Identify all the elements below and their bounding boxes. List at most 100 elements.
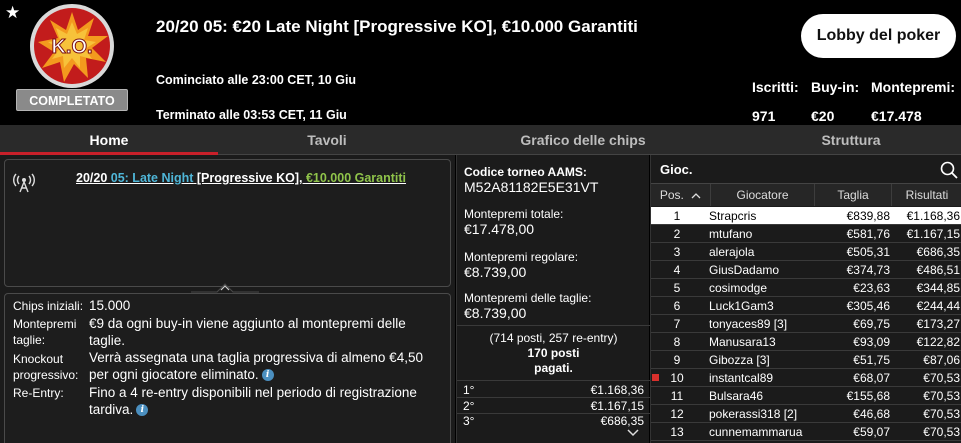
player-pos: 3 [673, 245, 681, 259]
player-result: €70,53 [923, 425, 960, 439]
divider [457, 325, 650, 326]
col-header-pos[interactable]: Pos. [651, 184, 711, 206]
table-row[interactable]: 4 GiusDadamo €374,73 €486,51 [651, 261, 961, 279]
aams-label: Codice torneo AAMS: [464, 165, 587, 179]
regular-prize-label: Montepremi regolare: [464, 250, 579, 264]
prize-amount: €1.168,36 [590, 383, 644, 397]
tab-struttura[interactable]: Struttura [742, 125, 960, 155]
player-pos: 12 [670, 407, 684, 421]
players-table-body: 1 Strapcris €839,88 €1.168,36 2 mtufano €581,7… [651, 207, 961, 441]
info-title-part3: [Progressive KO], [193, 171, 306, 185]
prize-place: 2° [463, 399, 475, 413]
info-title-link[interactable]: 20/20 05: Late Night [Progressive KO], €… [76, 171, 406, 185]
table-row[interactable]: 10 instantcal89 €68,07 €70,53 [651, 369, 961, 387]
bounty-prize-value: €8.739,00 [464, 305, 527, 321]
tournament-info-box: 20/20 05: Late Night [Progressive KO], €… [4, 159, 451, 287]
favorite-star-icon[interactable]: ★ [5, 4, 20, 21]
col-header-risultati[interactable]: Risultati [892, 184, 961, 206]
player-name: tonyaces89 [3] [709, 317, 788, 331]
info-icon[interactable]: i [136, 404, 149, 417]
tab-home[interactable]: Home [0, 125, 218, 155]
divider [457, 380, 650, 381]
prize-summary-panel: Codice torneo AAMS: M52A81182E5E31VT Mon… [456, 155, 650, 443]
collapse-chevron-icon[interactable] [191, 281, 259, 293]
sort-up-icon [691, 193, 701, 199]
table-row[interactable]: 3 alerajola €505,31 €686,35 [651, 243, 961, 261]
detail-label-montepremi-taglie: Montepremi taglie: [13, 317, 77, 347]
table-row[interactable]: 1 Strapcris €839,88 €1.168,36 [651, 207, 961, 225]
tab-bar: Home Tavoli Grafico delle chips Struttur… [0, 125, 961, 155]
page-title: 20/20 05: €20 Late Night [Progressive KO… [156, 17, 638, 36]
player-result: €173,27 [916, 317, 960, 331]
player-result: €486,51 [916, 263, 960, 277]
player-name: pokerassi318 [2] [709, 407, 798, 421]
player-pos: 9 [673, 353, 681, 367]
start-time: Cominciato alle 23:00 CET, 10 Giu [156, 73, 357, 87]
table-row[interactable]: 13 cunnemammarua €59,07 €70,53 [651, 423, 961, 441]
prize-place: 1° [463, 383, 475, 397]
prize-place: 3° [463, 414, 475, 428]
broadcast-icon [13, 173, 35, 193]
player-result: €70,53 [923, 389, 960, 403]
paid-seats-info: (714 posti, 257 re-entry) 170 posti paga… [457, 331, 650, 376]
prize-row: 1° €1.168,36 [457, 383, 650, 398]
player-result: €87,06 [923, 353, 960, 367]
stat-label-buyin: Buy-in: [811, 79, 860, 95]
player-name: Gibozza [3] [709, 353, 770, 367]
table-row[interactable]: 2 mtufano €581,76 €1.167,15 [651, 225, 961, 243]
prize-row: 3° €686,35 [457, 414, 650, 429]
info-title-part4: €10.000 Garantiti [305, 171, 407, 185]
stat-label-montepremi: Montepremi: [871, 79, 955, 95]
player-bounty: €93,09 [853, 335, 890, 349]
player-bounty: €305,46 [846, 299, 890, 313]
tab-tavoli[interactable]: Tavoli [218, 125, 436, 155]
player-search-label[interactable]: Gioc. [660, 162, 693, 177]
player-name: GiusDadamo [709, 263, 780, 277]
player-result: €1.168,36 [906, 209, 960, 223]
lobby-button[interactable]: Lobby del poker [801, 14, 956, 58]
player-result: €244,44 [916, 299, 960, 313]
player-name: alerajola [709, 245, 755, 259]
player-pos: 2 [673, 227, 681, 241]
ko-badge-icon: K.O. [30, 4, 114, 88]
table-row[interactable]: 6 Luck1Gam3 €305,46 €244,44 [651, 297, 961, 315]
end-time: Terminato alle 03:53 CET, 11 Giu [156, 108, 347, 122]
table-row[interactable]: 12 pokerassi318 [2] €46,68 €70,53 [651, 405, 961, 423]
table-row[interactable]: 5 cosimodge €23,63 €344,85 [651, 279, 961, 297]
prize-amount: €1.167,15 [590, 399, 644, 413]
table-row[interactable]: 7 tonyaces89 [3] €69,75 €173,27 [651, 315, 961, 333]
table-row[interactable]: 8 Manusara13 €93,09 €122,82 [651, 333, 961, 351]
stat-value-iscritti: 971 [752, 108, 776, 124]
detail-value-chips: 15.000 [89, 298, 131, 313]
table-row[interactable]: 9 Gibozza [3] €51,75 €87,06 [651, 351, 961, 369]
tab-grafico[interactable]: Grafico delle chips [472, 125, 694, 155]
players-panel: Gioc. Pos. Giocatore Taglia Risultati 1 S… [650, 155, 961, 443]
player-name: instantcal89 [709, 371, 774, 385]
col-header-taglia[interactable]: Taglia [815, 184, 892, 206]
table-row[interactable]: 11 Bulsara46 €155,68 €70,53 [651, 387, 961, 405]
col-header-giocatore[interactable]: Giocatore [711, 184, 815, 206]
player-result: €344,85 [916, 281, 960, 295]
player-bounty: €839,88 [846, 209, 890, 223]
info-icon[interactable]: i [261, 369, 274, 382]
total-prize-value: €17.478,00 [464, 221, 535, 237]
search-icon[interactable] [940, 161, 958, 179]
status-badge: COMPLETATO [16, 89, 128, 111]
player-result: €686,35 [916, 245, 960, 259]
chevron-down-icon[interactable] [627, 429, 639, 437]
player-pos: 6 [673, 299, 681, 313]
info-title-part2: 05: Late Night [110, 171, 194, 185]
aams-code: M52A81182E5E31VT [464, 179, 599, 195]
player-result: €70,53 [923, 407, 960, 421]
player-result: €122,82 [916, 335, 960, 349]
badge-text: K.O. [51, 36, 92, 58]
info-panel: 20/20 05: Late Night [Progressive KO], €… [0, 155, 455, 443]
player-result: €1.167,15 [906, 227, 960, 241]
stat-label-iscritti: Iscritti: [752, 79, 799, 95]
player-name: cosimodge [709, 281, 768, 295]
detail-label-knockout: Knockout progressivo: [13, 352, 79, 382]
player-result: €70,53 [923, 371, 960, 385]
player-bounty: €68,07 [853, 371, 890, 385]
total-prize-label: Montepremi totale: [464, 207, 564, 221]
player-pos: 4 [673, 263, 681, 277]
